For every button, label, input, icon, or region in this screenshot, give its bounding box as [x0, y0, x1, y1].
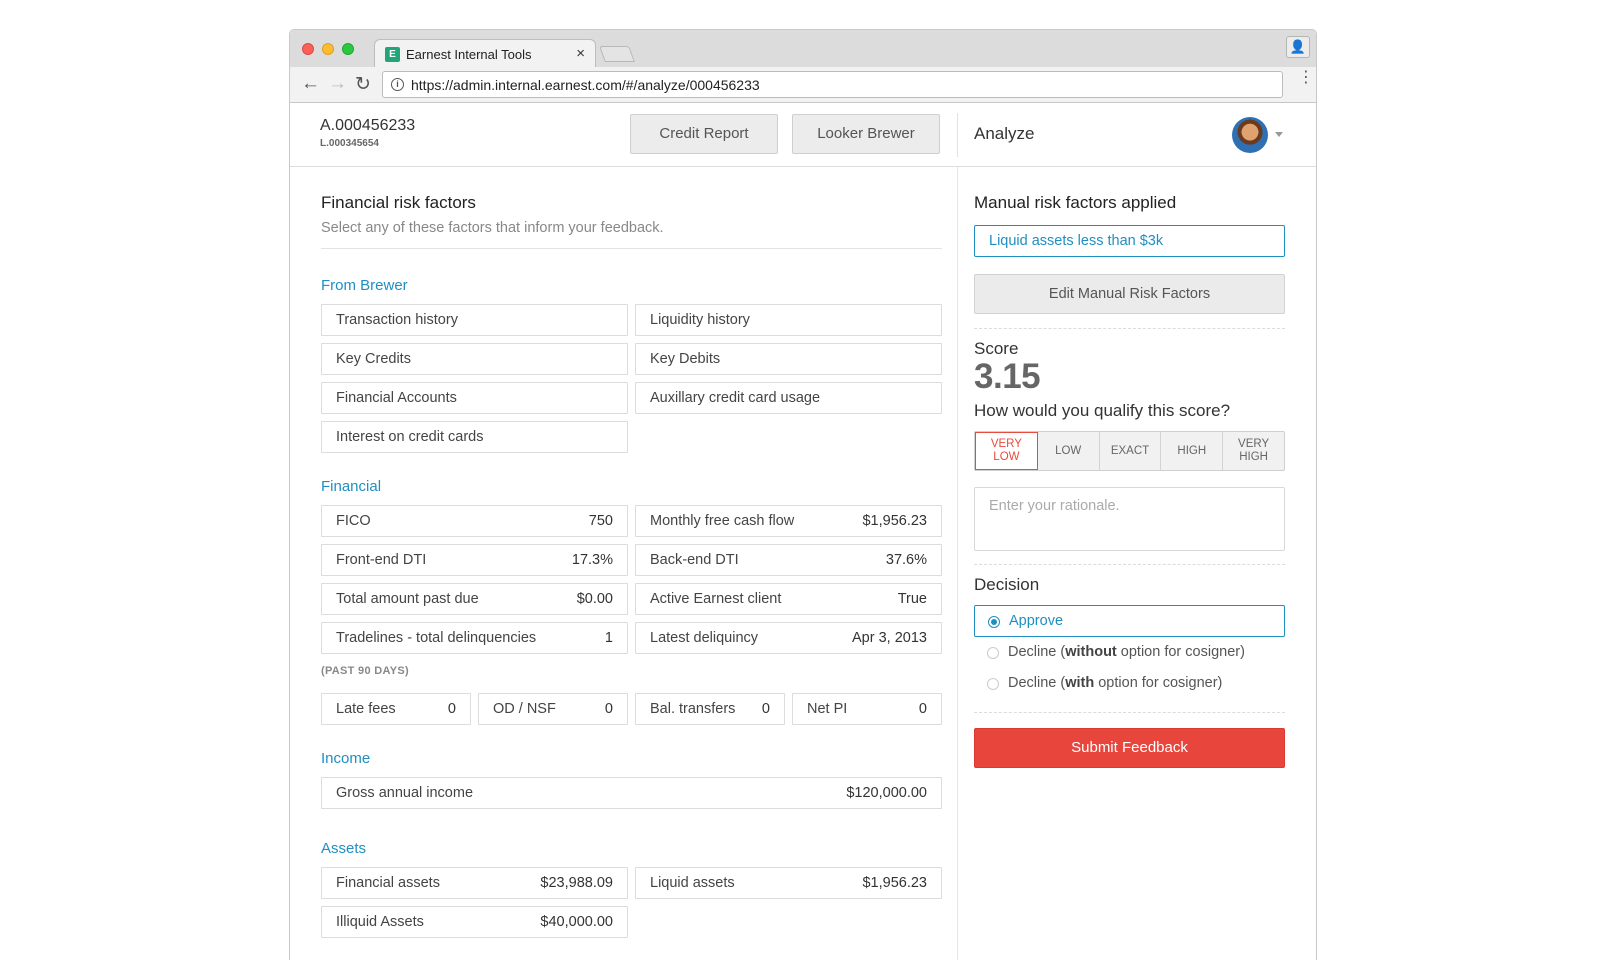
- from-brewer-label: From Brewer: [321, 277, 408, 294]
- score-label: Score: [974, 339, 1019, 358]
- divider: [321, 248, 942, 249]
- factor-monthly-free-cash-flow[interactable]: Monthly free cash flow $1,956.23: [635, 505, 942, 537]
- browser-window: E Earnest Internal Tools × 👤 ← → ↻ i htt…: [289, 29, 1317, 960]
- risk-factors-subtitle: Select any of these factors that inform …: [321, 220, 664, 236]
- factor-auxillary-credit-card-usage[interactable]: Auxillary credit card usage: [635, 382, 942, 414]
- decision-decline-without-cosigner-option[interactable]: Decline (without option for cosigner): [974, 637, 1285, 669]
- factor-front-end-dti[interactable]: Front-end DTI 17.3%: [321, 544, 628, 576]
- earnest-favicon-icon: E: [385, 47, 400, 62]
- financial-label: Financial: [321, 478, 382, 495]
- radio-unselected-icon[interactable]: [987, 678, 999, 690]
- applied-risk-factor[interactable]: Liquid assets less than $3k: [974, 225, 1285, 257]
- qualifier-exact[interactable]: EXACT: [1100, 432, 1162, 470]
- close-window-button[interactable]: [302, 43, 314, 55]
- decision-approve-option[interactable]: Approve: [974, 605, 1285, 637]
- credit-report-button[interactable]: Credit Report: [630, 114, 778, 154]
- score-qualifier-selector: VERY LOW LOW EXACT HIGH VERY HIGH: [974, 431, 1285, 471]
- factor-active-earnest-client[interactable]: Active Earnest client True: [635, 583, 942, 615]
- divider: [974, 712, 1285, 713]
- main-content: Financial risk factors Select any of the…: [290, 167, 1316, 960]
- past-90-days-label: (PAST 90 DAYS): [321, 665, 409, 677]
- decision-title: Decision: [974, 575, 1040, 594]
- minimize-window-button[interactable]: [322, 43, 334, 55]
- url-text[interactable]: https://admin.internal.earnest.com/#/ana…: [411, 77, 760, 93]
- site-info-icon[interactable]: i: [391, 78, 404, 91]
- browser-menu-icon[interactable]: ⋮: [1298, 70, 1314, 86]
- factor-late-fees[interactable]: Late fees 0: [321, 693, 471, 725]
- qualify-question: How would you qualify this score?: [974, 401, 1231, 420]
- radio-selected-icon[interactable]: [988, 616, 1000, 628]
- chevron-down-icon[interactable]: [1275, 132, 1283, 137]
- tab-title: Earnest Internal Tools: [406, 47, 532, 62]
- edit-manual-risk-factors-button[interactable]: Edit Manual Risk Factors: [974, 274, 1285, 314]
- manual-risk-factors-title: Manual risk factors applied: [974, 193, 1177, 212]
- factor-liquid-assets[interactable]: Liquid assets $1,956.23: [635, 867, 942, 899]
- forward-arrow-icon[interactable]: →: [328, 73, 347, 95]
- analyze-title: Analyze: [974, 124, 1035, 143]
- factor-back-end-dti[interactable]: Back-end DTI 37.6%: [635, 544, 942, 576]
- factor-illiquid-assets[interactable]: Illiquid Assets $40,000.00: [321, 906, 628, 938]
- factor-net-pi[interactable]: Net PI 0: [792, 693, 942, 725]
- radio-unselected-icon[interactable]: [987, 647, 999, 659]
- app-header: A.000456233 L.000345654 Credit Report Lo…: [290, 103, 1316, 167]
- qualifier-high[interactable]: HIGH: [1161, 432, 1224, 470]
- reload-icon[interactable]: ↻: [355, 73, 371, 96]
- loan-id: L.000345654: [320, 138, 379, 149]
- factor-interest-on-credit-cards[interactable]: Interest on credit cards: [321, 421, 628, 453]
- tab-close-icon[interactable]: ×: [576, 45, 585, 62]
- divider: [974, 328, 1285, 329]
- browser-toolbar: ← → ↻ i https://admin.internal.earnest.c…: [290, 67, 1316, 103]
- submit-feedback-button[interactable]: Submit Feedback: [974, 728, 1285, 768]
- factor-financial-accounts[interactable]: Financial Accounts: [321, 382, 628, 414]
- qualifier-low[interactable]: LOW: [1038, 432, 1100, 470]
- income-label: Income: [321, 750, 371, 767]
- factor-key-credits[interactable]: Key Credits: [321, 343, 628, 375]
- factor-financial-assets[interactable]: Financial assets $23,988.09: [321, 867, 628, 899]
- qualifier-very-low[interactable]: VERY LOW: [975, 432, 1038, 470]
- maximize-window-button[interactable]: [342, 43, 354, 55]
- factor-total-amount-past-due[interactable]: Total amount past due $0.00: [321, 583, 628, 615]
- column-divider: [957, 167, 958, 960]
- application-id: A.000456233: [320, 117, 416, 134]
- decision-decline-with-cosigner-option[interactable]: Decline (with option for cosigner): [974, 668, 1285, 700]
- qualifier-very-high[interactable]: VERY HIGH: [1223, 432, 1284, 470]
- factor-key-debits[interactable]: Key Debits: [635, 343, 942, 375]
- factor-bal-transfers[interactable]: Bal. transfers 0: [635, 693, 785, 725]
- factor-transaction-history[interactable]: Transaction history: [321, 304, 628, 336]
- user-avatar[interactable]: [1232, 117, 1268, 153]
- header-divider: [957, 113, 958, 157]
- factor-latest-delinquency[interactable]: Latest deliquincy Apr 3, 2013: [635, 622, 942, 654]
- divider: [974, 564, 1285, 565]
- score-value: 3.15: [974, 357, 1041, 396]
- factor-liquidity-history[interactable]: Liquidity history: [635, 304, 942, 336]
- risk-factors-title: Financial risk factors: [321, 193, 476, 212]
- assets-label: Assets: [321, 840, 367, 857]
- tab-bar: E Earnest Internal Tools × 👤: [290, 30, 1316, 68]
- factor-tradelines-delinquencies[interactable]: Tradelines - total delinquencies 1: [321, 622, 628, 654]
- rationale-input[interactable]: [974, 487, 1285, 551]
- looker-brewer-button[interactable]: Looker Brewer: [792, 114, 940, 154]
- factor-fico[interactable]: FICO 750: [321, 505, 628, 537]
- factor-gross-annual-income[interactable]: Gross annual income $120,000.00: [321, 777, 942, 809]
- factor-od-nsf[interactable]: OD / NSF 0: [478, 693, 628, 725]
- browser-profile-icon[interactable]: 👤: [1286, 36, 1310, 58]
- address-bar[interactable]: i https://admin.internal.earnest.com/#/a…: [382, 71, 1283, 98]
- new-tab-button[interactable]: [599, 46, 635, 62]
- back-arrow-icon[interactable]: ←: [301, 73, 320, 95]
- browser-tab[interactable]: E Earnest Internal Tools ×: [374, 39, 596, 68]
